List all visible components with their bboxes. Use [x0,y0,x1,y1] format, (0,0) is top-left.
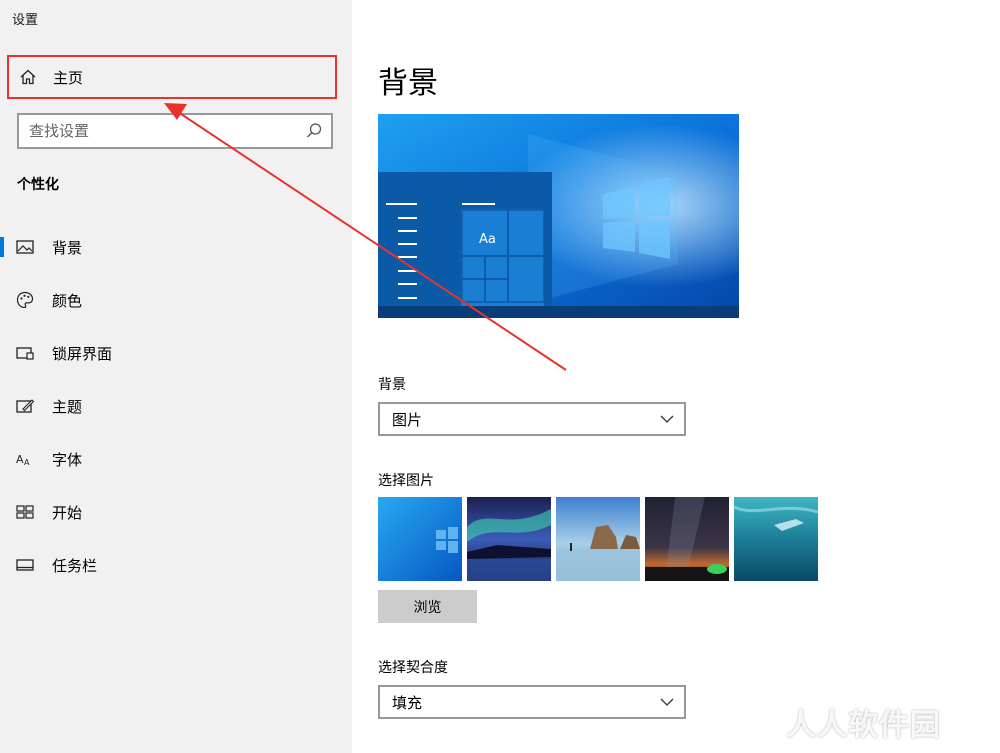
sidebar-item-label: 开始 [52,503,83,522]
lock-screen-icon [16,347,34,360]
home-nav-item[interactable]: 主页 [7,55,337,99]
preview-sample-text: Aa [479,232,496,247]
chevron-down-icon [660,698,674,706]
fit-label: 选择契合度 [378,660,448,676]
watermark: 人人软件园 [786,708,941,743]
start-icon [16,505,34,519]
search-input[interactable] [19,121,305,141]
picture-thumbnails [378,497,818,581]
choose-picture-label: 选择图片 [378,473,434,489]
theme-icon [16,399,35,413]
sidebar-item-label: 任务栏 [52,556,98,575]
search-icon[interactable] [305,122,323,140]
sidebar-item-start[interactable]: 开始 [0,492,352,532]
home-icon [20,69,36,85]
section-title: 个性化 [17,177,59,193]
thumbnail-night-sky[interactable] [645,497,729,581]
taskbar-icon [16,559,34,571]
sidebar-item-label: 字体 [52,450,83,469]
sidebar-item-label: 背景 [52,238,83,257]
background-label: 背景 [378,377,406,393]
app-title: 设置 [12,13,39,28]
dropdown-value: 填充 [392,693,423,712]
sidebar: 设置 主页 个性化 背景 颜色 锁 [0,0,352,753]
chevron-down-icon [660,415,674,423]
search-box[interactable] [17,113,333,149]
sidebar-item-label: 主题 [52,397,83,416]
home-label: 主页 [53,68,84,87]
thumbnail-aurora[interactable] [467,497,551,581]
sidebar-item-colors[interactable]: 颜色 [0,280,352,320]
svg-text:A: A [16,453,24,466]
sidebar-item-fonts[interactable]: A A 字体 [0,439,352,479]
page-title: 背景 [378,66,438,101]
sidebar-item-lock-screen[interactable]: 锁屏界面 [0,333,352,373]
sidebar-item-label: 锁屏界面 [52,344,113,363]
dropdown-value: 图片 [392,410,423,429]
thumbnail-underwater[interactable] [734,497,818,581]
browse-button[interactable]: 浏览 [378,590,477,623]
sidebar-item-taskbar[interactable]: 任务栏 [0,545,352,585]
thumbnail-windows[interactable] [378,497,462,581]
background-type-dropdown[interactable]: 图片 [378,402,686,436]
palette-icon [16,291,34,309]
sidebar-item-label: 颜色 [52,291,83,310]
thumbnail-beach[interactable] [556,497,640,581]
sidebar-item-themes[interactable]: 主题 [0,386,352,426]
picture-icon [16,240,34,254]
fit-dropdown[interactable]: 填充 [378,685,686,719]
background-preview: Aa [378,114,739,318]
sidebar-item-background[interactable]: 背景 [0,227,352,267]
svg-text:A: A [24,458,30,467]
font-icon: A A [16,453,30,467]
